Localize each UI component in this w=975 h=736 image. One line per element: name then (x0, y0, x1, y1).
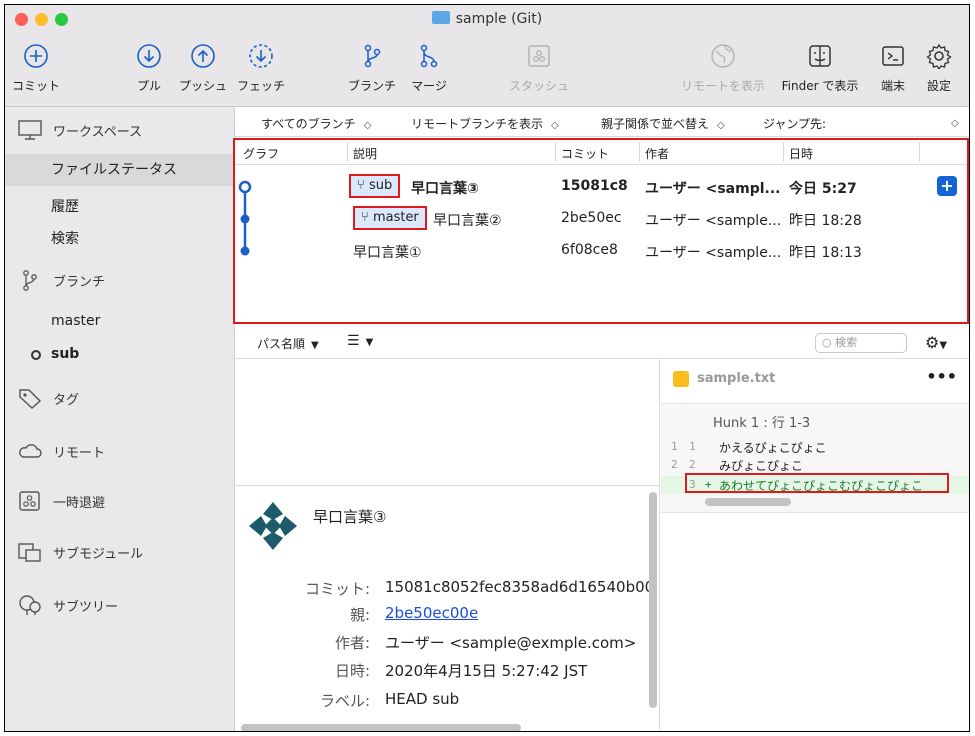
commit-date: 2020年4月15日 5:27:42 JST (385, 662, 588, 680)
sidebar: ワークスペース ファイルステータス 履歴 検索 ブランチ master sub … (5, 107, 235, 731)
commit-author: ユーザー <sample@exmple.com> (385, 634, 637, 652)
sidebar-item-file-status[interactable]: ファイルステータス (5, 154, 234, 186)
highlight-box (685, 473, 949, 493)
all-branches-dropdown[interactable]: すべてのブランチ ◇ (261, 115, 371, 132)
text-file-icon (673, 371, 689, 387)
diff-pane: sample.txt ••• Hunk 1 : 行 1-3 1 1 かえるぴょこ… (661, 359, 969, 731)
branch-icon (23, 270, 37, 291)
show-remote-branches-dropdown[interactable]: リモートブランチを表示 ◇ (411, 115, 559, 132)
commit-title: 早口言葉③ (313, 508, 387, 526)
terminal-icon (882, 46, 904, 66)
title-bar: sample (Git) (5, 5, 969, 35)
commit-labels: HEAD sub (385, 690, 460, 708)
window-title: sample (Git) (5, 11, 969, 27)
show-in-finder-button[interactable]: Finder で表示 (775, 43, 865, 94)
fetch-button[interactable]: フェッチ (233, 43, 289, 94)
gear-icon (926, 43, 952, 69)
highlight-box (233, 138, 969, 324)
sidebar-section-tags[interactable]: タグ (17, 387, 79, 409)
commit-detail-pane: 早口言葉③ コミット: 15081c8052fec8358ad6d16540b0… (235, 485, 660, 731)
current-branch-indicator-icon (31, 350, 41, 360)
chevron-updown-icon: ◇ (551, 120, 559, 131)
branch-filter-bar: すべてのブランチ ◇ リモートブランチを表示 ◇ 親子関係で並べ替え ◇ ジャンプ先:… (235, 107, 969, 137)
cloud-icon (19, 444, 42, 458)
chevron-down-icon: ▼ (365, 337, 374, 348)
monitor-icon (18, 120, 42, 140)
terminal-button[interactable]: 端末 (873, 43, 913, 94)
pull-button[interactable]: プル (131, 43, 167, 94)
sidebar-item-branch-sub[interactable]: sub (51, 346, 79, 362)
diff-line[interactable]: 1 1 かえるぴょこぴょこ (661, 438, 969, 456)
path-sort-dropdown[interactable]: パス名順 ▼ (257, 335, 319, 352)
push-button[interactable]: プッシュ (173, 43, 233, 94)
sidebar-section-stashes[interactable]: 一時退避 (17, 490, 105, 512)
file-list-pane (235, 359, 660, 485)
chevron-down-icon: ▼ (311, 340, 319, 351)
tag-icon (19, 389, 42, 409)
stash-button[interactable]: スタッシュ (503, 43, 575, 94)
sidebar-item-history[interactable]: 履歴 (51, 196, 79, 216)
toolbar: コミット プル プッシュ フェッチ ブランチ マージ スタッシュ リモートを表示… (5, 35, 969, 107)
list-icon: ☰ (347, 333, 360, 349)
tree-icon (19, 595, 41, 615)
sidebar-section-remotes[interactable]: リモート (17, 440, 105, 462)
commit-button[interactable]: コミット (11, 43, 61, 94)
app-window: sample (Git) コミット プル プッシュ フェッチ ブランチ マージ (4, 4, 970, 732)
vertical-scrollbar[interactable] (649, 492, 657, 708)
finder-icon (809, 45, 831, 67)
search-input[interactable]: ○ 検索 (815, 333, 907, 353)
stash-icon (19, 491, 40, 511)
hunk-header: Hunk 1 : 行 1-3 (713, 416, 811, 431)
file-toolbar: パス名順 ▼ ☰ ▼ ○ 検索 ⚙▼ (235, 327, 969, 359)
arrow-down-circle-icon (137, 44, 161, 68)
sidebar-item-search[interactable]: 検索 (51, 228, 79, 248)
sidebar-section-submodules[interactable]: サブモジュール (17, 541, 143, 563)
sidebar-section-branches[interactable]: ブランチ (17, 269, 105, 291)
more-options-icon[interactable]: ••• (926, 367, 957, 386)
parent-commit-link[interactable]: 2be50ec00e (385, 604, 478, 622)
branch-icon (364, 44, 381, 68)
chevron-down-icon: ▼ (939, 340, 948, 351)
avatar (247, 500, 299, 552)
hunk: Hunk 1 : 行 1-3 1 1 かえるぴょこぴょこ 2 2 みぴょこぴょこ… (661, 403, 969, 513)
jump-to-dropdown[interactable]: ジャンプ先: (763, 115, 826, 132)
search-icon: ○ (822, 336, 836, 349)
fetch-icon (249, 44, 273, 68)
sort-parent-dropdown[interactable]: 親子関係で並べ替え ◇ (601, 115, 725, 132)
merge-icon (420, 44, 438, 68)
diff-header: sample.txt ••• (661, 359, 969, 397)
plus-circle-icon (24, 44, 48, 68)
submodule-icon (18, 543, 41, 562)
horizontal-scrollbar[interactable] (705, 498, 791, 506)
settings-button[interactable]: 設定 (919, 43, 959, 94)
globe-icon (711, 44, 735, 68)
horizontal-scrollbar[interactable] (241, 724, 521, 731)
sidebar-item-branch-master[interactable]: master (51, 313, 100, 329)
stash-icon (528, 45, 550, 67)
sidebar-section-subtrees[interactable]: サブツリー (17, 594, 118, 616)
arrow-up-circle-icon (191, 44, 215, 68)
chevron-updown-icon: ◇ (363, 120, 372, 131)
diff-line[interactable]: 2 2 みぴょこぴょこ (661, 456, 969, 474)
merge-button[interactable]: マージ (407, 43, 451, 94)
chevron-updown-icon[interactable]: ◇ (951, 115, 959, 129)
branch-button[interactable]: ブランチ (343, 43, 401, 94)
diff-filename: sample.txt (697, 371, 776, 386)
show-remote-button[interactable]: リモートを表示 (675, 43, 771, 94)
gear-icon[interactable]: ⚙▼ (925, 333, 947, 352)
chevron-updown-icon: ◇ (717, 120, 725, 131)
commit-hash: 15081c8052fec8358ad6d16540b00 (385, 578, 655, 596)
view-options-dropdown[interactable]: ☰ ▼ (347, 333, 373, 349)
sidebar-section-workspace[interactable]: ワークスペース (17, 119, 142, 141)
folder-icon (431, 11, 450, 24)
